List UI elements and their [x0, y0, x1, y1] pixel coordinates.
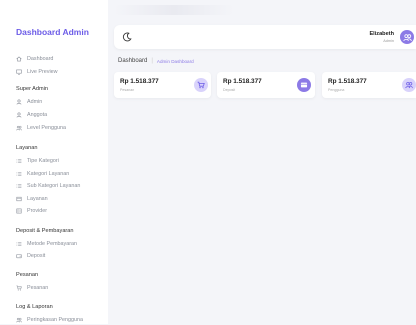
sidebar-item-label: Pesanan — [27, 285, 49, 291]
breadcrumb: Dashboard | Admin Dashboard — [118, 58, 194, 64]
server-icon — [16, 208, 22, 214]
sidebar-item-label: Deposit — [27, 253, 46, 259]
list-icon — [16, 242, 22, 246]
sidebar-item-tipe-kategori[interactable]: Tipe Kategori — [16, 156, 59, 166]
card-subtitle: Pesanan — [120, 88, 135, 92]
wallet-icon — [300, 82, 308, 88]
sidebar-item-label: Level Pengguna — [27, 125, 66, 131]
user-icon — [16, 99, 22, 105]
list-icon — [16, 172, 22, 176]
users-icon — [405, 82, 413, 89]
sidebar-item-level-pengguna[interactable]: Level Pengguna — [16, 123, 66, 133]
home-icon — [16, 56, 22, 62]
monitor-icon — [16, 69, 22, 75]
section-title-log-laporan: Log & Laporan — [16, 304, 53, 310]
sidebar-item-pesanan[interactable]: Pesanan — [16, 283, 48, 293]
sidebar-item-label: Kategori Layanan — [27, 171, 70, 177]
cart-icon — [197, 81, 205, 89]
sidebar-item-layanan[interactable]: Layanan — [16, 194, 48, 204]
sidebar-item-deposit[interactable]: Deposit — [16, 251, 45, 261]
stat-card-pesanan: Rp 1.518.377 Pesanan — [114, 72, 211, 98]
stat-card-deposit: Rp 1.518.377 Deposit — [217, 72, 315, 98]
sidebar-item-label: Provider — [27, 208, 48, 214]
sidebar-item-label: Live Preview — [27, 69, 58, 75]
section-title-pesanan: Pesanan — [16, 272, 39, 278]
background-decoration — [114, 5, 234, 15]
box-icon — [16, 196, 22, 202]
breadcrumb-separator: | — [151, 58, 153, 64]
card-icon-wrap — [297, 78, 311, 92]
list-icon — [16, 159, 22, 163]
breadcrumb-current: Dashboard — [118, 58, 148, 64]
moon-icon[interactable] — [122, 32, 132, 42]
sidebar-item-kategori-layanan[interactable]: Kategori Layanan — [16, 169, 69, 179]
sidebar-item-admin[interactable]: Admin — [16, 97, 42, 107]
top-bar: Elizabeth Admin — [114, 25, 416, 49]
wallet-icon — [16, 254, 22, 259]
card-value: Rp 1.518.377 — [120, 78, 159, 85]
breadcrumb-link[interactable]: Admin Dashboard — [157, 59, 194, 64]
section-title-layanan: Layanan — [16, 145, 38, 151]
card-icon-wrap — [402, 78, 416, 92]
brand-title: Dashboard Admin — [16, 27, 89, 37]
sidebar-item-label: Metode Pembayaran — [27, 241, 78, 247]
user-role: Admin — [383, 39, 394, 43]
sidebar-item-label: Admin — [27, 99, 43, 105]
cart-icon — [16, 285, 22, 291]
card-value: Rp 1.518.377 — [223, 78, 262, 85]
sidebar-item-label: Dashboard — [27, 56, 54, 62]
sidebar-item-dashboard[interactable]: Dashboard — [16, 54, 53, 64]
sidebar: Dashboard Admin Dashboard Live Preview S… — [0, 0, 108, 324]
list-icon — [16, 184, 22, 188]
sidebar-item-label: Peringkasan Pengguna — [27, 317, 84, 323]
user-icon — [16, 112, 22, 118]
sidebar-item-label: Anggota — [27, 112, 48, 118]
sidebar-item-sub-kategori-layanan[interactable]: Sub Kategori Layanan — [16, 181, 80, 191]
sidebar-item-label: Tipe Kategori — [27, 158, 59, 164]
sidebar-item-label: Sub Kategori Layanan — [27, 183, 81, 189]
users-icon — [16, 125, 22, 131]
avatar[interactable] — [400, 30, 414, 44]
user-name: Elizabeth — [369, 31, 394, 37]
sidebar-item-metode-pembayaran[interactable]: Metode Pembayaran — [16, 239, 77, 249]
stat-card-pengguna: Rp 1.518.377 Pengguna — [322, 72, 416, 98]
card-subtitle: Deposit — [223, 88, 236, 92]
sidebar-item-provider[interactable]: Provider — [16, 206, 47, 216]
users-icon — [402, 33, 412, 41]
users-icon — [16, 317, 22, 323]
card-value: Rp 1.518.377 — [328, 78, 367, 85]
card-icon-wrap — [194, 78, 208, 92]
section-title-super-admin: Super Admin — [16, 86, 49, 92]
sidebar-item-label: Layanan — [27, 196, 48, 202]
section-title-deposit-pembayaran: Deposit & Pembayaran — [16, 228, 74, 234]
card-subtitle: Pengguna — [328, 88, 345, 92]
sidebar-item-anggota[interactable]: Anggota — [16, 110, 47, 120]
sidebar-item-live-preview[interactable]: Live Preview — [16, 67, 58, 77]
